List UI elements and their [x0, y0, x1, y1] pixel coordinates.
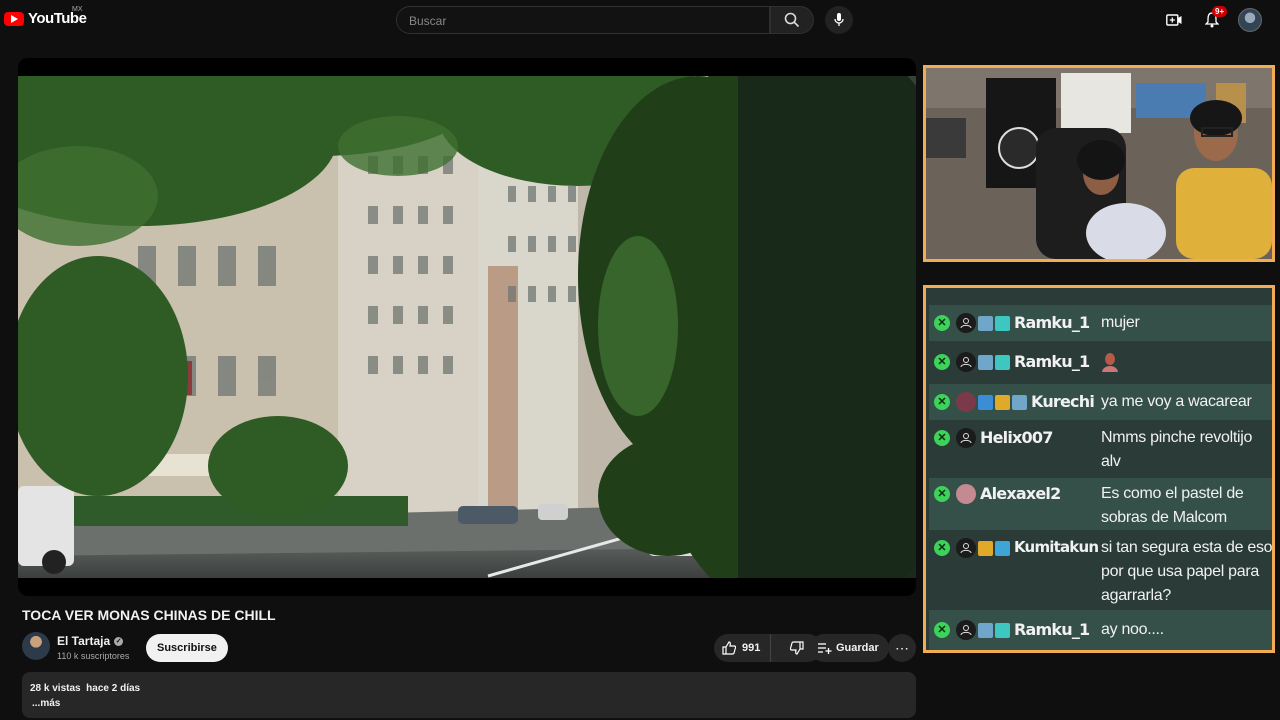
region-code: MX [72, 6, 83, 13]
chat-text: ya me voy a wacarear [1101, 393, 1252, 410]
show-more-link[interactable]: ...más [32, 698, 60, 709]
chat-text: Es como el pastel de sobras de Malcom [1101, 485, 1244, 526]
subscribe-button[interactable]: Suscribirse [146, 634, 228, 662]
chat-message: ✕ Helix007 Nmms pinche revoltijo alv [929, 422, 1272, 476]
chat-message: ✕ Kumitakun si tan segura esta de eso po… [929, 532, 1272, 608]
emote-icon [1101, 352, 1119, 372]
x-badge-icon: ✕ [934, 430, 950, 446]
sub-badge-icon [1012, 395, 1027, 410]
webcam-overlay [923, 65, 1275, 262]
crown-badge-icon [978, 541, 993, 556]
more-actions-button[interactable]: ⋯ [888, 634, 916, 662]
chat-message: ✕ Ramku_1 ay noo.... [929, 610, 1272, 650]
thumbs-down-icon [789, 641, 804, 655]
webcam-image [926, 68, 1272, 259]
save-button[interactable]: Guardar [810, 634, 889, 662]
chat-message: ✕ Ramku_1 mujer [929, 305, 1272, 341]
channel-row: El Tartaja ✓ 110 k suscriptores Suscribir… [22, 632, 916, 664]
subscriber-count: 110 k suscriptores [57, 651, 130, 661]
user-avatar-icon [956, 620, 976, 640]
gift-badge-icon [995, 623, 1010, 638]
video-scene-image [18, 76, 916, 578]
notification-count-badge: 9+ [1212, 6, 1228, 17]
x-badge-icon: ✕ [934, 315, 950, 331]
chat-username: Kurechi [1031, 392, 1095, 411]
user-avatar-icon [956, 538, 976, 558]
stream-chat-overlay: ✕ Ramku_1 mujer ✕ Ramku_1 ✕ Kurechi ya m… [923, 285, 1275, 653]
user-avatar-icon [956, 313, 976, 333]
sub-badge-icon [978, 355, 993, 370]
chat-username: Ramku_1 [1014, 313, 1090, 332]
video-create-icon [1166, 14, 1182, 26]
user-avatar-icon [956, 392, 976, 412]
save-label: Guardar [836, 642, 879, 654]
view-count: 28 k vistas [30, 683, 81, 694]
x-badge-icon: ✕ [934, 622, 950, 638]
gift-badge-icon [995, 316, 1010, 331]
x-badge-icon: ✕ [934, 486, 950, 502]
account-avatar[interactable] [1238, 8, 1262, 32]
sub-badge-icon [978, 623, 993, 638]
user-avatar-icon [956, 428, 976, 448]
chat-message: ✕ Alexaxel2 Es como el pastel de sobras … [929, 478, 1272, 530]
x-badge-icon: ✕ [934, 394, 950, 410]
user-avatar-icon [956, 484, 976, 504]
top-bar: YouTube MX 9+ [0, 0, 1280, 40]
like-count: 991 [742, 642, 761, 654]
chat-text: Nmms pinche revoltijo alv [1101, 429, 1253, 470]
x-badge-icon: ✕ [934, 540, 950, 556]
search-input[interactable] [407, 13, 751, 29]
chat-username: Alexaxel2 [980, 484, 1061, 503]
video-player[interactable] [18, 58, 916, 596]
chat-text: si tan segura esta de eso por que usa pa… [1101, 539, 1273, 604]
channel-avatar[interactable] [22, 632, 50, 660]
voice-search-button[interactable] [825, 6, 853, 34]
search-box[interactable] [396, 6, 770, 34]
chat-username: Ramku_1 [1014, 620, 1090, 639]
x-badge-icon: ✕ [934, 354, 950, 370]
video-title: TOCA VER MONAS CHINAS DE CHILL [22, 607, 276, 623]
chat-message: ✕ Ramku_1 [929, 344, 1272, 380]
thumbs-up-icon [722, 641, 736, 655]
chat-message: ✕ Kurechi ya me voy a wacarear [929, 384, 1272, 420]
video-frame [18, 76, 916, 578]
chat-username: Kumitakun [1014, 538, 1099, 556]
like-dislike-group: 991 [714, 634, 822, 662]
view-and-date: 28 k vistas hace 2 días [30, 683, 140, 694]
verified-check-icon: ✓ [114, 637, 124, 647]
channel-name-wrap[interactable]: El Tartaja ✓ [57, 634, 124, 648]
description-box[interactable]: 28 k vistas hace 2 días ...más [22, 672, 916, 718]
gift-badge-icon [995, 355, 1010, 370]
youtube-logo[interactable]: YouTube MX [4, 6, 87, 27]
playlist-add-icon [818, 643, 832, 654]
chat-username: Ramku_1 [1014, 352, 1090, 371]
like-button[interactable]: 991 [714, 634, 772, 662]
notifications-button[interactable]: 9+ [1200, 6, 1228, 32]
chat-text: ay noo.... [1101, 621, 1164, 638]
chat-row-partial [929, 288, 1272, 290]
search-button[interactable] [770, 6, 814, 34]
user-avatar-icon [956, 352, 976, 372]
crown-badge-icon [995, 395, 1010, 410]
chat-text: mujer [1101, 314, 1140, 331]
create-button[interactable] [1162, 8, 1186, 32]
search-icon [784, 12, 800, 28]
sub-badge-icon [978, 316, 993, 331]
microphone-icon [834, 13, 844, 26]
youtube-play-icon [4, 11, 24, 26]
publish-date: hace 2 días [86, 683, 141, 694]
hammer-badge-icon [978, 395, 993, 410]
chat-username: Helix007 [980, 428, 1053, 447]
tier-badge-icon [995, 541, 1010, 556]
channel-name[interactable]: El Tartaja [57, 634, 110, 648]
header-actions: 9+ [1162, 6, 1262, 32]
